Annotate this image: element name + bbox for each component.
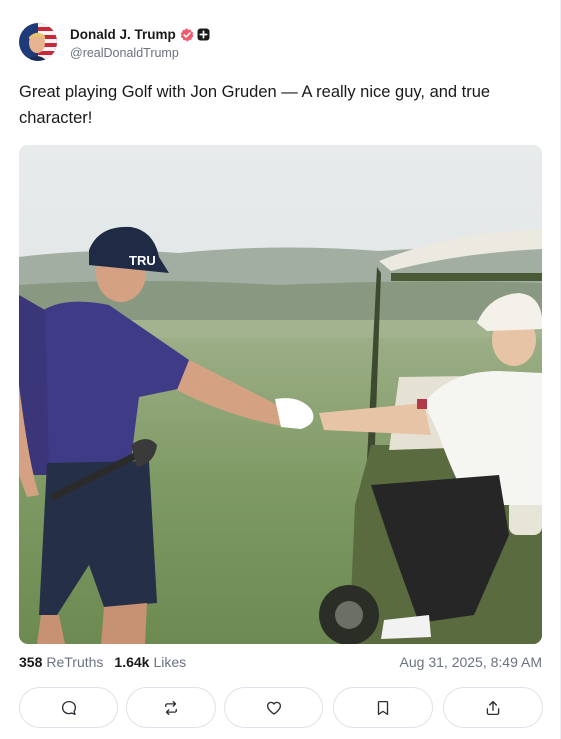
retruths-label[interactable]: ReTruths bbox=[46, 654, 103, 670]
heart-icon bbox=[266, 701, 281, 715]
avatar[interactable] bbox=[19, 23, 57, 61]
like-button[interactable] bbox=[224, 687, 323, 728]
author-handle[interactable]: @realDonaldTrump bbox=[70, 46, 210, 60]
share-button[interactable] bbox=[443, 687, 543, 728]
author-name-row: Donald J. Trump bbox=[70, 25, 210, 45]
author-display-name[interactable]: Donald J. Trump bbox=[70, 27, 176, 42]
retruth-button[interactable] bbox=[126, 687, 216, 728]
action-bar bbox=[19, 687, 543, 729]
golf-photo: TRU bbox=[19, 145, 542, 644]
author-info: Donald J. Trump @realDonaldTrump bbox=[70, 25, 210, 60]
post-header: Donald J. Trump @realDonaldTrump bbox=[19, 21, 210, 63]
cap-text: TRU bbox=[129, 253, 156, 268]
comment-icon bbox=[61, 700, 76, 715]
post-card: Donald J. Trump @realDonaldTrump Great p… bbox=[0, 0, 561, 739]
retruths-count[interactable]: 358 bbox=[19, 654, 42, 670]
likes-count[interactable]: 1.64k bbox=[114, 654, 149, 670]
share-icon bbox=[486, 700, 500, 715]
post-image[interactable]: TRU bbox=[19, 145, 542, 644]
repost-icon bbox=[165, 700, 177, 715]
likes-label[interactable]: Likes bbox=[153, 654, 186, 670]
reply-button[interactable] bbox=[19, 687, 118, 728]
post-timestamp[interactable]: Aug 31, 2025, 8:49 AM bbox=[400, 654, 542, 670]
verified-icon bbox=[180, 28, 194, 42]
plus-square-icon bbox=[197, 28, 210, 41]
avatar-image bbox=[19, 23, 57, 61]
bookmark-icon bbox=[377, 700, 389, 715]
post-stats: 358 ReTruths 1.64k Likes Aug 31, 2025, 8… bbox=[19, 652, 542, 672]
post-text: Great playing Golf with Jon Gruden — A r… bbox=[19, 83, 491, 127]
bookmark-button[interactable] bbox=[333, 687, 433, 728]
